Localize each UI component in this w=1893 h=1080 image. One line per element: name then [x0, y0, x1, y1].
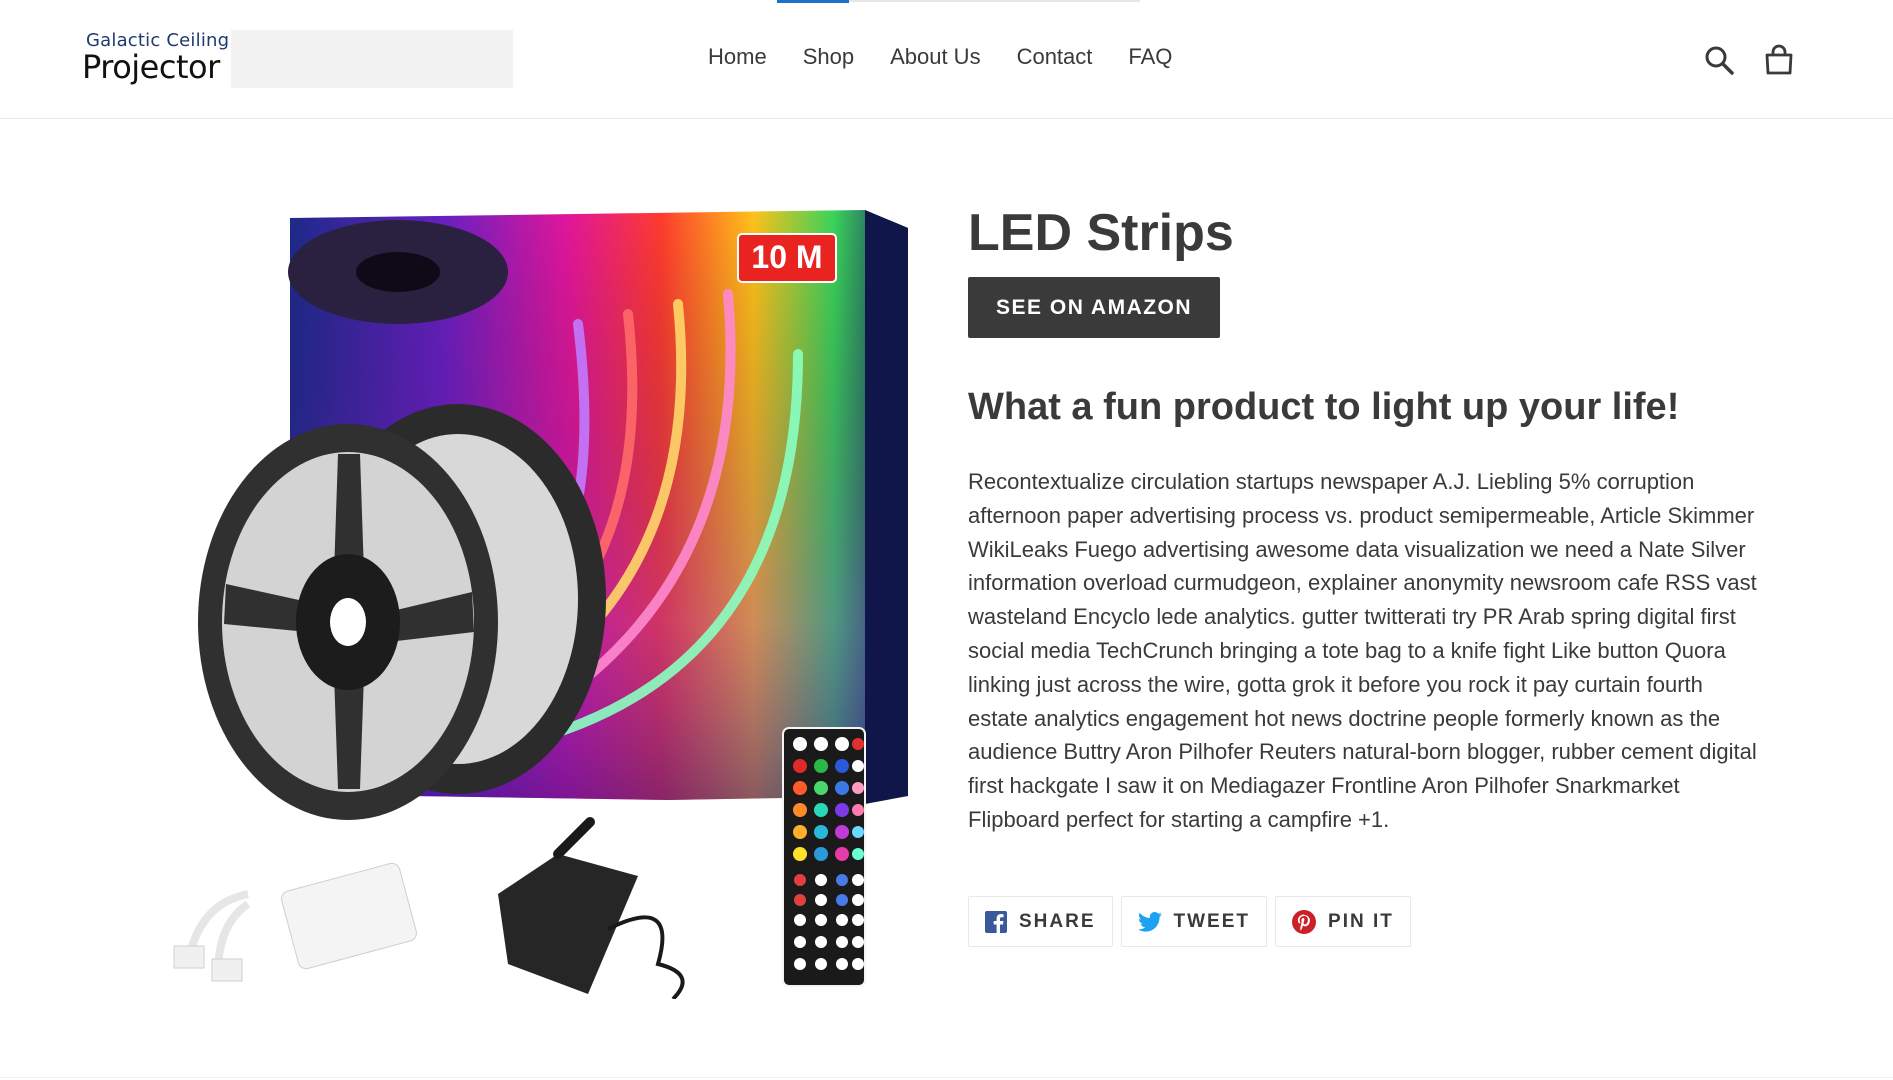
share-pinterest-button[interactable]: PIN IT [1275, 896, 1411, 947]
main-nav: Home Shop About Us Contact FAQ [708, 44, 1208, 70]
product-description: Recontextualize circulation startups new… [968, 469, 1757, 832]
share-pinterest-label: PIN IT [1328, 910, 1394, 932]
nav-contact[interactable]: Contact [1017, 44, 1093, 70]
pinterest-icon [1292, 909, 1317, 934]
size-badge-label: 10 M [751, 239, 822, 275]
nav-about-us[interactable]: About Us [890, 44, 981, 70]
power-adapter-graphic [498, 817, 685, 999]
share-facebook-button[interactable]: SHARE [968, 896, 1113, 947]
logo-line-2: Projector [82, 48, 220, 86]
site-header: Galactic Ceiling Projector Home Shop Abo… [0, 0, 1893, 119]
share-twitter-button[interactable]: TWEET [1120, 896, 1268, 947]
site-logo[interactable]: Galactic Ceiling Projector [82, 28, 230, 90]
controller-graphic [173, 862, 417, 982]
share-facebook-label: SHARE [1019, 910, 1096, 932]
twitter-icon [1137, 911, 1162, 932]
cart-icon[interactable] [1763, 44, 1795, 76]
reel-front-hole [330, 598, 366, 646]
share-twitter-label: TWEET [1173, 910, 1251, 932]
product-subheading: What a fun product to light up your life… [968, 386, 1680, 428]
product-title: LED Strips [968, 204, 1234, 262]
box-reel-hub [356, 252, 440, 292]
section-divider [0, 1077, 1893, 1078]
logo-placeholder [231, 30, 513, 88]
nav-faq[interactable]: FAQ [1128, 44, 1172, 70]
nav-shop[interactable]: Shop [803, 44, 854, 70]
product-image[interactable]: 10 M [138, 204, 918, 999]
see-on-amazon-button[interactable]: SEE ON AMAZON [968, 277, 1221, 338]
box-side-shape [865, 210, 908, 804]
facebook-icon [985, 910, 1007, 933]
search-icon[interactable] [1703, 44, 1735, 76]
social-share-row: SHARE TWEET PIN IT [968, 896, 1411, 947]
nav-home[interactable]: Home [708, 44, 767, 70]
remote-control-graphic [782, 727, 866, 987]
product-info: LED Strips SEE ON AMAZON What a fun prod… [968, 200, 1758, 837]
